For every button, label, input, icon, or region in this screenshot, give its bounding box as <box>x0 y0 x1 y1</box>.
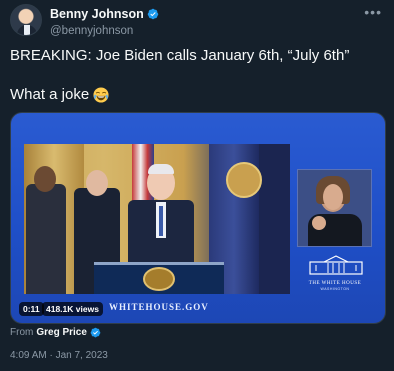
video-views-badge: 418.1K views <box>42 302 103 316</box>
joy-emoji-icon <box>93 86 109 103</box>
author-handle[interactable]: @bennyjohnson <box>50 25 159 37</box>
author-name-row[interactable]: Benny Johnson <box>50 7 159 21</box>
tweet-text-line-2-label: What a joke <box>10 86 90 103</box>
more-options-icon[interactable]: ••• <box>364 4 382 20</box>
video-duration-badge: 0:11 <box>19 302 44 316</box>
white-house-logo-icon <box>309 255 363 275</box>
verified-badge-icon <box>147 8 159 20</box>
white-house-seal-subtitle: WASHINGTON <box>320 287 350 291</box>
tweet-timestamp[interactable]: 4:09 AM · Jan 7, 2023 <box>10 350 108 361</box>
tweet-text-line-1: BREAKING: Joe Biden calls January 6th, “… <box>10 47 350 64</box>
tweet-header: Benny Johnson @bennyjohnson ••• <box>10 4 384 37</box>
author-display-name[interactable]: Benny Johnson <box>50 7 144 21</box>
attribution-source-link[interactable]: Greg Price <box>36 327 87 338</box>
video-frame[interactable] <box>24 144 290 294</box>
video-player[interactable]: THE WHITE HOUSE WASHINGTON WHITEHOUSE.GO… <box>10 112 386 324</box>
tweet-text-line-2: What a joke <box>10 86 109 103</box>
attribution-prefix: From <box>10 327 34 338</box>
video-watermark-url: WHITEHOUSE.GOV <box>109 302 209 312</box>
avatar[interactable] <box>10 4 42 36</box>
white-house-seal-title: THE WHITE HOUSE <box>308 281 362 286</box>
video-attribution: From Greg Price <box>10 327 101 338</box>
sign-language-interpreter <box>297 169 372 247</box>
author-info: Benny Johnson @bennyjohnson <box>50 5 159 37</box>
verified-badge-icon <box>90 327 101 338</box>
